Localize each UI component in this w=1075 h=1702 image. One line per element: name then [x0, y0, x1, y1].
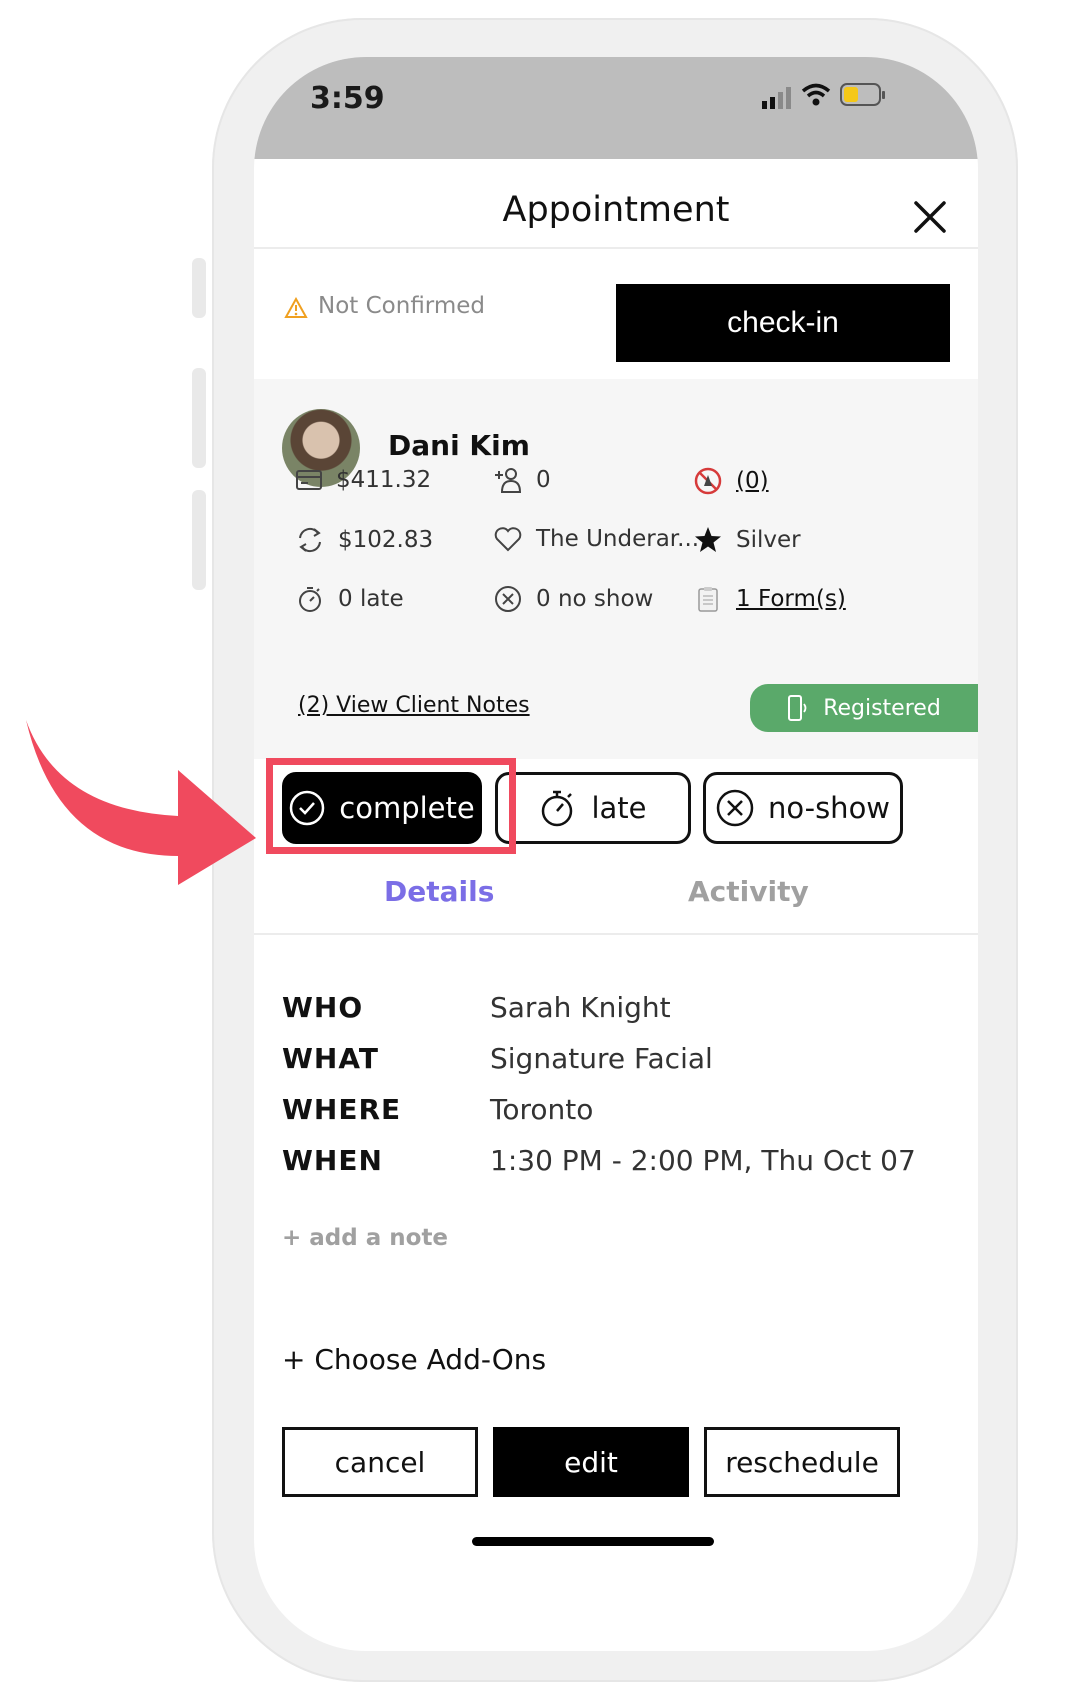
detail-label-who: WHO	[282, 991, 364, 1024]
detail-label-where: WHERE	[282, 1093, 402, 1126]
phone-side-button	[192, 490, 206, 590]
stat-alerts[interactable]: (0)	[694, 467, 769, 495]
star-icon	[695, 527, 721, 552]
alerts-link[interactable]: (0)	[736, 468, 769, 494]
check-in-button[interactable]: check-in	[616, 284, 950, 362]
tab-activity[interactable]: Activity	[688, 875, 809, 908]
sheet-top	[254, 159, 978, 175]
cancel-button[interactable]: cancel	[282, 1427, 478, 1497]
phone-icon	[788, 695, 807, 721]
view-client-notes-link[interactable]: (2) View Client Notes	[298, 693, 530, 718]
stat-forms[interactable]: 1 Form(s)	[694, 585, 846, 613]
stat-late: 0 late	[296, 585, 404, 613]
recurring-value: $102.83	[338, 527, 434, 553]
tier-value: Silver	[736, 527, 801, 553]
referrals-value: 0	[536, 467, 551, 493]
heart-icon	[494, 527, 522, 552]
detail-value-who: Sarah Knight	[490, 991, 671, 1024]
favorite-value: The Underar...	[536, 526, 700, 552]
phone-side-button	[192, 258, 206, 318]
balance-value: $411.32	[336, 467, 432, 493]
highlight-box	[266, 758, 516, 854]
add-note-link[interactable]: + add a note	[282, 1225, 448, 1251]
detail-value-when: 1:30 PM - 2:00 PM, Thu Oct 07	[490, 1144, 916, 1177]
close-icon[interactable]	[910, 197, 950, 237]
form-icon	[698, 587, 718, 612]
registered-badge[interactable]: Registered	[750, 684, 978, 732]
status-time: 3:59	[310, 81, 385, 116]
battery-icon	[840, 83, 885, 106]
forms-link[interactable]: 1 Form(s)	[736, 586, 846, 612]
warning-icon	[284, 297, 308, 318]
registered-label: Registered	[823, 695, 941, 721]
stat-favorite: The Underar...	[494, 526, 699, 552]
card-icon	[296, 470, 322, 490]
no-show-count: 0 no show	[536, 586, 654, 612]
alert-icon	[694, 467, 722, 495]
late-button[interactable]: late	[495, 772, 691, 844]
stat-referrals: 0	[494, 467, 551, 493]
detail-label-when: WHEN	[282, 1144, 383, 1177]
home-indicator	[472, 1537, 714, 1546]
stat-balance: $411.32	[296, 467, 431, 493]
header-divider	[254, 247, 978, 249]
stat-recurring: $102.83	[296, 526, 433, 554]
detail-value-what: Signature Facial	[490, 1042, 713, 1075]
page-title: Appointment	[502, 190, 730, 230]
late-label: late	[591, 791, 647, 825]
no-show-button[interactable]: no-show	[703, 772, 903, 844]
stat-no-show: 0 no show	[494, 585, 653, 613]
edit-button[interactable]: edit	[493, 1427, 689, 1497]
stopwatch-icon	[299, 587, 321, 612]
reschedule-button[interactable]: reschedule	[704, 1427, 900, 1497]
arrow-icon	[26, 720, 256, 885]
referral-icon	[495, 468, 522, 493]
stopwatch-icon	[542, 790, 573, 827]
no-show-icon	[716, 789, 754, 827]
choose-addons-link[interactable]: + Choose Add-Ons	[282, 1343, 546, 1376]
tab-details[interactable]: Details	[384, 875, 494, 908]
signal-icon	[762, 87, 791, 109]
tabs-divider	[254, 933, 978, 935]
no-show-label: no-show	[767, 791, 891, 825]
no-show-icon	[495, 586, 521, 612]
late-count: 0 late	[338, 586, 404, 612]
phone-screen: 3:59 Appointment Not Confirmed check-in …	[254, 57, 978, 1651]
client-name[interactable]: Dani Kim	[388, 429, 530, 462]
wifi-icon	[801, 83, 831, 106]
detail-label-what: WHAT	[282, 1042, 379, 1075]
detail-value-where: Toronto	[490, 1093, 594, 1126]
stat-tier: Silver	[694, 526, 801, 554]
confirmation-status: Not Confirmed	[318, 293, 486, 319]
recurring-icon	[299, 527, 321, 553]
phone-side-button	[192, 368, 206, 468]
